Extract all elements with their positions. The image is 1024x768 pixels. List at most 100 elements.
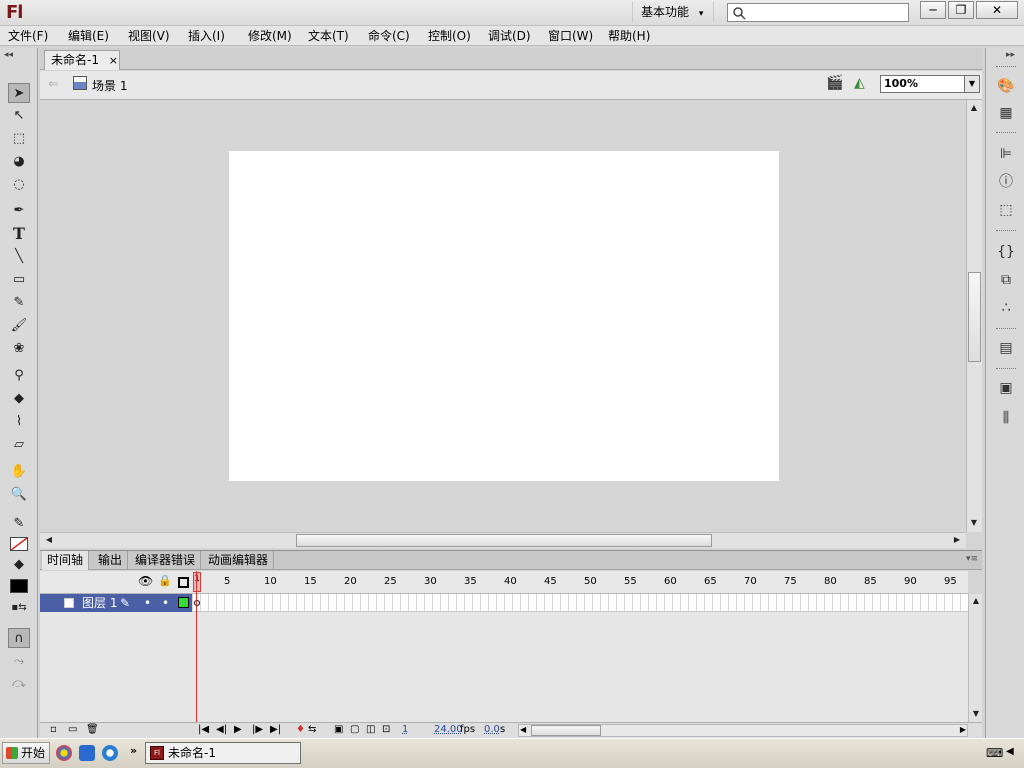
keyboard-tray-icon[interactable]: ⌨ [986, 746, 1003, 760]
onion-skin-icon[interactable]: ▣ [334, 724, 343, 735]
info-panel-icon[interactable]: ⓘ [995, 172, 1017, 192]
back-arrow-icon[interactable]: ⇐ [48, 77, 59, 92]
frame-rate-value[interactable]: 24.00 [434, 724, 463, 735]
keyframe-icon[interactable] [194, 600, 200, 606]
new-layer-icon[interactable]: ▫ [50, 724, 57, 735]
layer-outline-color[interactable] [178, 597, 189, 608]
more-icon[interactable]: » [130, 744, 137, 757]
line-tool-icon[interactable]: ╲ [8, 247, 30, 267]
align-panel-icon[interactable]: ⊫ [995, 144, 1017, 164]
pen-tool-icon[interactable]: ✒ [8, 201, 30, 221]
stage-horizontal-scroll-thumb[interactable] [296, 534, 712, 547]
panel-collapse-icon[interactable]: ▸▸ [1006, 50, 1015, 60]
project-panel-icon[interactable]: ▤ [995, 338, 1017, 358]
menu-window[interactable]: 窗口(W) [546, 27, 595, 45]
first-frame-icon[interactable]: |◀ [198, 724, 209, 735]
edit-multiple-frames-icon[interactable]: ◫ [366, 724, 375, 735]
menu-text[interactable]: 文本(T) [306, 27, 351, 45]
restore-button[interactable]: ❐ [948, 1, 974, 19]
stroke-color-swatch[interactable] [10, 537, 28, 551]
frame-ruler[interactable]: 1 5 10 15 20 25 30 35 40 45 50 55 60 65 … [193, 571, 968, 594]
prev-frame-icon[interactable]: ◀| [216, 724, 227, 735]
timeline-horizontal-scrollbar[interactable]: ◀ ▶ [518, 724, 968, 737]
menu-help[interactable]: 帮助(H) [606, 27, 652, 45]
menu-modify[interactable]: 修改(M) [246, 27, 294, 45]
chevron-down-icon[interactable]: ▼ [964, 76, 979, 92]
fill-color-swatch[interactable] [10, 579, 28, 593]
components-panel-icon[interactable]: ⧉ [995, 270, 1017, 290]
timeline-horizontal-scroll-thumb[interactable] [531, 725, 601, 736]
current-frame-value[interactable]: 1 [402, 724, 408, 735]
frames-row[interactable] [193, 594, 968, 612]
scroll-right-icon[interactable]: ▶ [950, 533, 964, 547]
panel-grip[interactable] [996, 368, 1016, 371]
deco-tool-icon[interactable]: ❀ [8, 339, 30, 359]
tab-output[interactable]: 输出 [93, 551, 129, 570]
chrome-icon[interactable] [56, 745, 72, 761]
edit-symbols-icon[interactable]: ◭ [854, 75, 865, 91]
stage-vertical-scroll-thumb[interactable] [968, 272, 981, 362]
pencil-tool-icon[interactable]: ✎ [8, 293, 30, 313]
delete-layer-icon[interactable]: 🗑 [86, 724, 99, 735]
document-tab[interactable]: 未命名-1 × [44, 50, 120, 70]
timeline-vertical-scrollbar[interactable]: ▲ ▼ [968, 594, 982, 722]
minimize-button[interactable]: ─ [920, 1, 946, 19]
browser-icon[interactable] [79, 745, 95, 761]
new-folder-icon[interactable]: ▭ [68, 724, 77, 735]
play-icon[interactable]: ▶ [234, 724, 242, 735]
free-transform-tool-icon[interactable]: ⬚ [8, 129, 30, 149]
edit-scene-icon[interactable]: 🎬 [826, 75, 843, 91]
menu-commands[interactable]: 命令(C) [366, 27, 412, 45]
motion-presets-icon[interactable]: ∴ [995, 298, 1017, 318]
last-frame-icon[interactable]: ▶| [270, 724, 281, 735]
swatches-panel-icon[interactable]: ▦ [995, 103, 1017, 123]
transform-panel-icon[interactable]: ⬚ [995, 200, 1017, 220]
layer-row[interactable]: 图层 1 ✎ • • [40, 594, 192, 612]
tab-motion-editor[interactable]: 动画编辑器 [203, 551, 275, 570]
taskbar-item-flash[interactable]: Fl 未命名-1 [145, 742, 301, 764]
lock-layers-icon[interactable]: 🔒 [158, 574, 172, 587]
zoom-select[interactable]: 100% ▼ [880, 75, 980, 93]
menu-debug[interactable]: 调试(D) [486, 27, 533, 45]
next-frame-icon[interactable]: |▶ [252, 724, 263, 735]
modify-markers-icon[interactable]: ⊡ [382, 724, 390, 735]
outline-layers-icon[interactable] [178, 577, 189, 588]
scroll-right-icon[interactable]: ▶ [960, 725, 966, 734]
scroll-left-icon[interactable]: ◀ [520, 725, 526, 734]
panel-grip[interactable] [996, 230, 1016, 233]
straighten-icon[interactable]: ⤼ [8, 674, 30, 694]
paint-bucket-tool-icon[interactable]: ◆ [8, 389, 30, 409]
zoom-tool-icon[interactable]: 🔍 [8, 485, 30, 505]
panel-grip[interactable] [996, 328, 1016, 331]
swap-colors-icon[interactable]: ▪⇆ [8, 598, 30, 618]
panel-grip[interactable] [996, 66, 1016, 69]
text-tool-icon[interactable]: T [8, 224, 30, 244]
color-panel-icon[interactable]: 🎨 [995, 76, 1017, 96]
tab-compiler-errors[interactable]: 编译器错误 [130, 551, 202, 570]
menu-view[interactable]: 视图(V) [126, 27, 172, 45]
panel-collapse-icon[interactable]: ◂◂ [4, 50, 13, 60]
settings-icon[interactable] [102, 745, 118, 761]
panel-menu-icon[interactable]: ▾≡ [966, 554, 978, 564]
onion-skin-outlines-icon[interactable]: ▢ [350, 724, 359, 735]
stroke-color-icon[interactable]: ✎ [8, 514, 30, 534]
stage-vertical-scrollbar[interactable]: ▲ ▼ [966, 100, 982, 532]
smooth-icon[interactable]: ⤳ [8, 652, 30, 672]
start-button[interactable]: 开始 [2, 742, 50, 764]
3d-rotation-tool-icon[interactable]: ◕ [8, 152, 30, 172]
menu-control[interactable]: 控制(O) [426, 27, 473, 45]
menu-edit[interactable]: 编辑(E) [66, 27, 111, 45]
snap-to-objects-icon[interactable]: ∩ [8, 628, 30, 648]
properties-panel-icon[interactable]: ⫼ [995, 408, 1017, 428]
scroll-up-icon[interactable]: ▲ [967, 101, 981, 115]
loop-icon[interactable]: ⇆ [308, 724, 316, 735]
bone-tool-icon[interactable]: ⚲ [8, 366, 30, 386]
stage-horizontal-scrollbar[interactable]: ◀ ▶ [40, 532, 966, 548]
menu-file[interactable]: 文件(F) [6, 27, 50, 45]
stage[interactable] [229, 151, 779, 481]
eraser-tool-icon[interactable]: ▱ [8, 435, 30, 455]
lasso-tool-icon[interactable]: ◌ [8, 175, 30, 195]
show-hide-layers-icon[interactable]: 👁 [138, 574, 153, 588]
playhead[interactable] [196, 571, 197, 722]
code-snippets-icon[interactable]: {} [995, 242, 1017, 262]
